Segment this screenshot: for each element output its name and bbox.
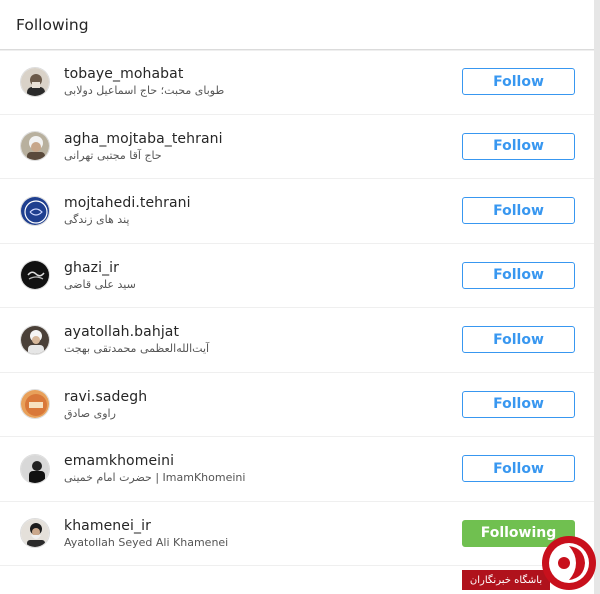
watermark: باشگاه خبرنگاران xyxy=(450,524,600,594)
avatar[interactable] xyxy=(20,324,50,355)
watermark-logo-icon xyxy=(542,536,596,590)
full-name: Ayatollah Seyed Ali Khamenei xyxy=(64,535,229,549)
avatar[interactable] xyxy=(20,66,50,97)
username-link[interactable]: mojtahedi.tehrani xyxy=(64,194,462,212)
following-list: tobaye_mohabat طوبای محبت؛ حاج اسماعیل د… xyxy=(0,50,600,566)
page-title: Following xyxy=(16,15,89,34)
full-name: حضرت امام خمینی | ImamKhomeini xyxy=(64,471,246,485)
full-name: راوی صادق xyxy=(64,406,116,420)
username-link[interactable]: agha_mojtaba_tehrani xyxy=(64,130,462,148)
list-item: mojtahedi.tehrani پند های زندگی Follow xyxy=(0,179,600,244)
list-item: agha_mojtaba_tehrani حاج آقا مجتبی تهران… xyxy=(0,115,600,179)
follow-button[interactable]: Follow xyxy=(462,197,575,225)
avatar[interactable] xyxy=(20,453,50,484)
watermark-label: باشگاه خبرنگاران xyxy=(462,570,550,590)
avatar[interactable] xyxy=(20,518,50,549)
follow-button[interactable]: Follow xyxy=(462,326,575,354)
list-item: ravi.sadegh راوی صادق Follow xyxy=(0,373,600,437)
username-link[interactable]: ravi.sadegh xyxy=(64,388,462,406)
list-item: tobaye_mohabat طوبای محبت؛ حاج اسماعیل د… xyxy=(0,50,600,115)
avatar[interactable] xyxy=(20,260,50,291)
follow-button[interactable]: Follow xyxy=(462,261,575,289)
username-link[interactable]: tobaye_mohabat xyxy=(64,65,462,83)
list-item: ghazi_ir سید علی قاضی Follow xyxy=(0,244,600,308)
follow-button[interactable]: Follow xyxy=(462,390,575,418)
username-link[interactable]: khamenei_ir xyxy=(64,517,462,535)
avatar[interactable] xyxy=(20,131,50,162)
follow-button[interactable]: Follow xyxy=(462,455,575,483)
full-name: آیت‌الله‌العظمی محمدتقی بهجت xyxy=(64,342,210,356)
username-link[interactable]: ayatollah.bahjat xyxy=(64,323,462,341)
list-item: emamkhomeini حضرت امام خمینی | ImamKhome… xyxy=(0,437,600,502)
follow-button[interactable]: Follow xyxy=(462,132,575,160)
modal-header: Following xyxy=(0,0,600,50)
scrollbar[interactable] xyxy=(594,0,600,594)
avatar[interactable] xyxy=(20,389,50,420)
username-link[interactable]: ghazi_ir xyxy=(64,259,462,277)
username-link[interactable]: emamkhomeini xyxy=(64,452,462,470)
avatar[interactable] xyxy=(20,195,50,226)
full-name: طوبای محبت؛ حاج اسماعیل دولابی xyxy=(64,84,225,98)
full-name: سید علی قاضی xyxy=(64,277,136,291)
full-name: حاج آقا مجتبی تهرانی xyxy=(64,148,162,162)
full-name: پند های زندگی xyxy=(64,213,130,227)
list-item: ayatollah.bahjat آیت‌الله‌العظمی محمدتقی… xyxy=(0,308,600,373)
follow-button[interactable]: Follow xyxy=(462,68,575,96)
